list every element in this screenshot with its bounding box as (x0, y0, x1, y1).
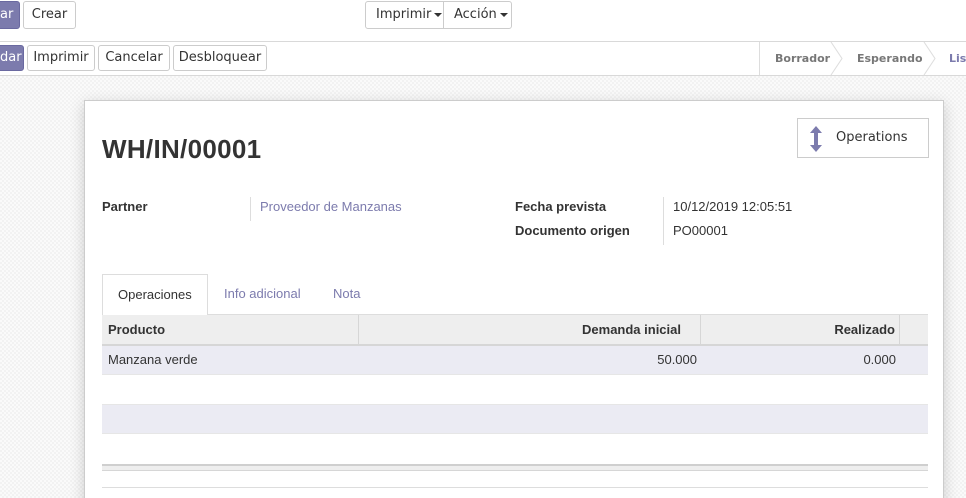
table-footer-spacer (102, 471, 928, 488)
tab-note[interactable]: Nota (333, 274, 360, 315)
demand-cell: 50.000 (657, 352, 697, 367)
table-row[interactable]: Manzana verde 50.000 0.000 (102, 346, 928, 375)
validate-button[interactable]: dar (0, 45, 24, 71)
record-title: WH/IN/00001 (102, 134, 262, 164)
source-document-label: Documento origen (515, 223, 630, 238)
table-row-empty (102, 405, 928, 434)
operations-label: Operations (836, 130, 908, 145)
print-dropdown[interactable]: Imprimir (365, 1, 444, 29)
action-dropdown-label: Acción (454, 7, 497, 22)
column-header-done[interactable]: Realizado (834, 315, 895, 344)
scheduled-date-label: Fecha prevista (515, 199, 607, 214)
stage-waiting[interactable]: Esperando (857, 42, 923, 75)
operations-smart-button[interactable]: Operations (797, 118, 929, 158)
vertical-arrows-icon (810, 126, 822, 152)
scheduled-date-value[interactable]: 10/12/2019 12:05:51 (673, 199, 792, 214)
column-header-product[interactable]: Producto (108, 315, 165, 344)
caret-down-icon (499, 12, 508, 17)
operations-table: Producto Demanda inicial Realizado Manza… (102, 315, 928, 488)
done-cell: 0.000 (863, 352, 896, 367)
cancel-button[interactable]: Cancelar (98, 45, 170, 71)
stage-arrow-icon (830, 42, 843, 75)
tab-additional-info[interactable]: Info adicional (224, 274, 301, 315)
print-button[interactable]: Imprimir (27, 45, 95, 71)
statusbar: dar Imprimir Cancelar Desbloquear Borrad… (0, 42, 966, 76)
form-sheet: Operations WH/IN/00001 Partner Proveedor… (84, 100, 944, 498)
product-cell: Manzana verde (108, 352, 198, 367)
column-divider (899, 315, 900, 344)
caret-down-icon (434, 12, 443, 17)
edit-button[interactable]: ar (0, 1, 20, 29)
column-divider (700, 315, 701, 344)
create-button[interactable]: Crear (23, 1, 76, 29)
tab-operations[interactable]: Operaciones (102, 274, 208, 316)
partner-label: Partner (102, 199, 148, 214)
partner-link[interactable]: Proveedor de Manzanas (260, 199, 402, 214)
table-row-empty (102, 375, 928, 405)
table-header: Producto Demanda inicial Realizado (102, 315, 928, 346)
table-footer (102, 464, 928, 471)
status-stages: Borrador Esperando Lis (759, 42, 966, 75)
print-dropdown-label: Imprimir (376, 7, 432, 22)
stage-draft[interactable]: Borrador (775, 42, 830, 75)
action-dropdown[interactable]: Acción (443, 1, 512, 29)
control-panel: ar Crear Imprimir Acción (0, 0, 966, 42)
stage-arrow-icon (923, 42, 936, 75)
column-header-initial-demand[interactable]: Demanda inicial (582, 315, 681, 344)
field-divider (663, 197, 664, 245)
notebook-tabs: Operaciones Info adicional Nota (102, 274, 928, 316)
field-divider (250, 197, 251, 221)
unlock-button[interactable]: Desbloquear (173, 45, 267, 71)
source-document-value[interactable]: PO00001 (673, 223, 728, 238)
stage-ready[interactable]: Lis (949, 42, 966, 75)
column-divider (358, 315, 359, 344)
table-row-empty (102, 434, 928, 464)
